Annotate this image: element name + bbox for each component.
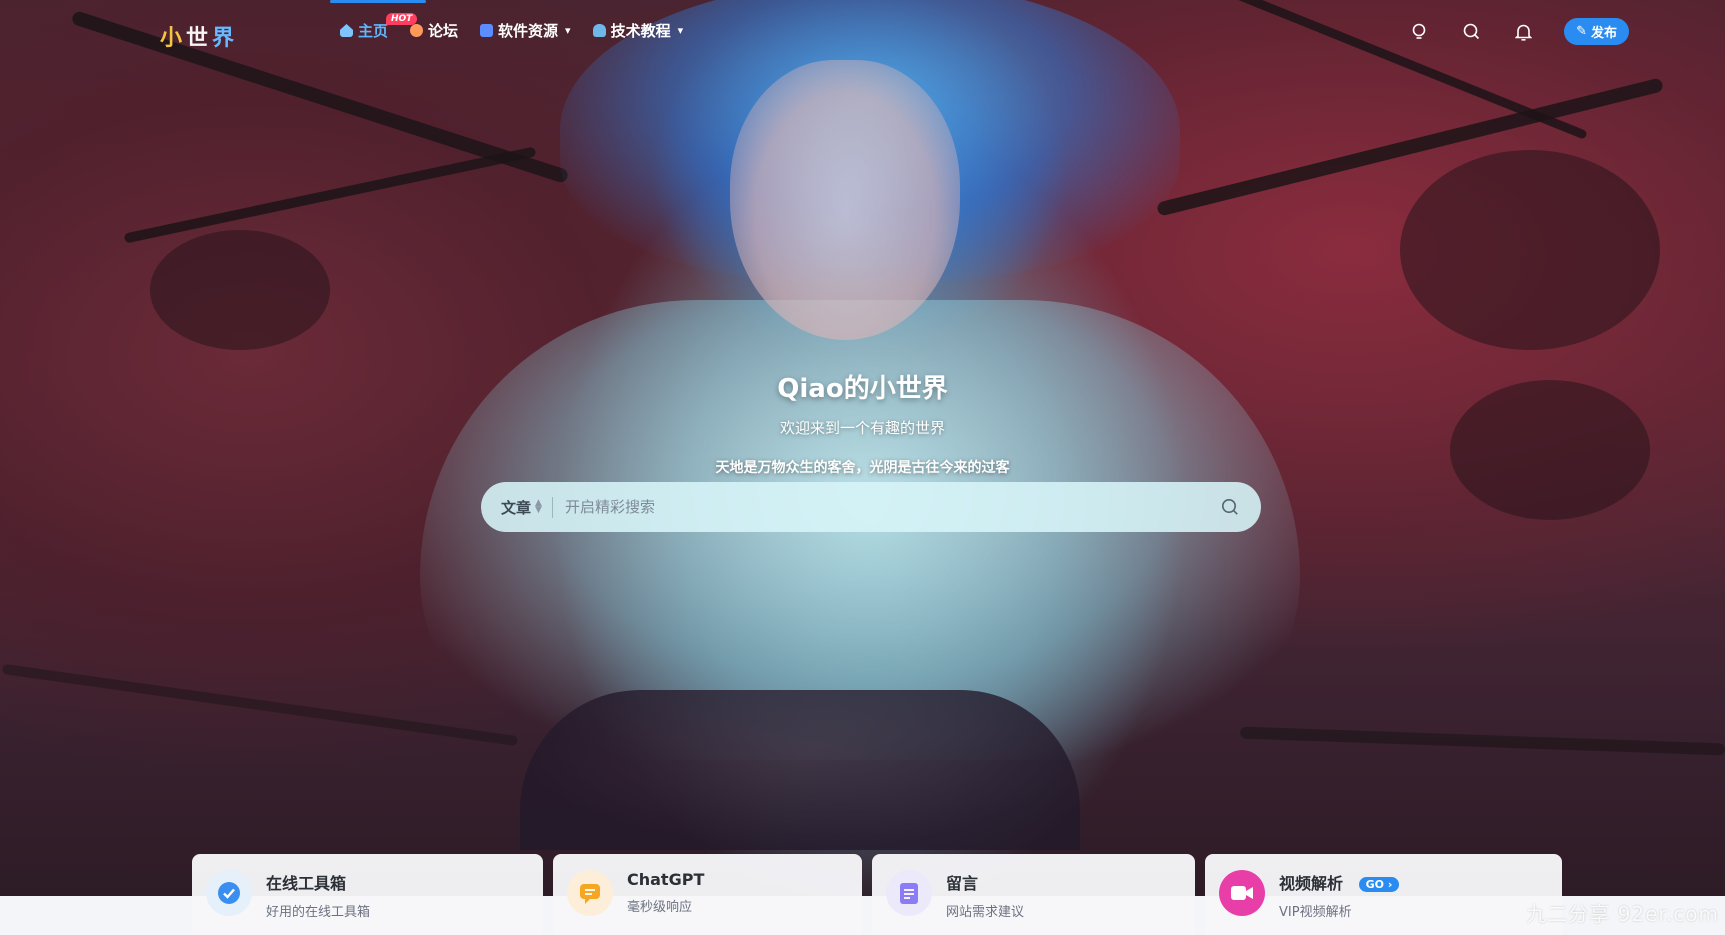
main-nav: 主页 HOT 论坛 软件资源 ▾ 技术教程 ▾ [340, 13, 684, 41]
nav-item-label: 主页 [358, 22, 389, 40]
card-desc: 网站需求建议 [946, 905, 1025, 920]
site-logo[interactable]: 小世界 [160, 20, 238, 52]
hero-search-bar: 文章 ▲ ▼ [481, 482, 1261, 532]
card-video-parse[interactable]: 视频解析 GO › VIP视频解析 [1205, 854, 1562, 935]
figure-face [730, 60, 960, 340]
card-title: 在线工具箱 [266, 874, 347, 893]
chevron-down-icon: ▾ [677, 24, 684, 37]
card-desc: VIP视频解析 [1279, 905, 1352, 920]
go-badge[interactable]: GO › [1358, 877, 1400, 892]
tutorial-icon [592, 24, 606, 37]
theme-toggle-button[interactable] [1408, 21, 1430, 43]
card-icon-bg [206, 870, 252, 916]
software-icon [480, 24, 494, 37]
pencil-icon: ✎ [1576, 24, 1587, 39]
video-camera-icon [1231, 886, 1253, 900]
card-title: 视频解析 [1279, 874, 1344, 893]
blossom-cluster [1400, 150, 1660, 350]
card-title: 留言 [946, 874, 979, 893]
publish-label: 发布 [1590, 26, 1617, 41]
search-icon [1222, 499, 1238, 515]
search-type-label: 文章 [501, 498, 532, 517]
go-badge-label: GO [1365, 878, 1384, 891]
publish-button[interactable]: ✎ 发布 [1564, 18, 1629, 45]
chat-icon [580, 884, 600, 904]
nav-item-tutorials[interactable]: 技术教程 ▾ [592, 20, 684, 41]
card-icon-bg [886, 870, 932, 916]
card-title: ChatGPT [627, 870, 705, 889]
search-input[interactable] [552, 498, 1219, 516]
active-indicator [330, 0, 426, 3]
forum-icon [410, 24, 424, 37]
logo-char: 界 [212, 26, 239, 51]
nav-item-label: 论坛 [428, 22, 459, 40]
card-guestbook[interactable]: 留言 网站需求建议 [872, 854, 1195, 935]
card-icon-bg [1219, 870, 1265, 916]
note-icon [900, 883, 918, 904]
nav-actions: ✎ 发布 [1408, 18, 1629, 45]
nav-item-home[interactable]: 主页 HOT [340, 13, 418, 41]
search-icon [1463, 23, 1479, 40]
logo-char: 小 [160, 26, 187, 51]
home-icon [340, 24, 353, 37]
card-title-row: 视频解析 GO › [1279, 870, 1400, 894]
search-button[interactable] [1460, 21, 1482, 43]
sort-arrows-icon: ▲ ▼ [535, 498, 542, 515]
card-desc: 好用的在线工具箱 [266, 905, 371, 920]
top-navbar: 小世界 主页 HOT 论坛 软件资源 ▾ 技术教程 ▾ ✎ 发布 [0, 0, 1725, 64]
hero-quote: 天地是万物众生的客舍，光阴是古往今来的过客 [715, 460, 1010, 476]
card-icon-bg [567, 870, 613, 916]
nav-item-label: 技术教程 [610, 22, 671, 40]
lightbulb-icon [1412, 23, 1426, 39]
bell-icon [1514, 24, 1532, 41]
search-type-select[interactable]: 文章 ▲ ▼ [501, 496, 553, 518]
card-desc: 毫秒级响应 [627, 900, 693, 915]
figure-legs [520, 690, 1080, 850]
notifications-button[interactable] [1512, 21, 1534, 43]
nav-item-software[interactable]: 软件资源 ▾ [480, 20, 571, 41]
nav-item-forum[interactable]: 论坛 [410, 20, 458, 41]
hero-title: Qiao的小世界 [777, 374, 948, 404]
hero-subtitle: 欢迎来到一个有趣的世界 [779, 419, 945, 437]
search-submit-button[interactable] [1219, 496, 1241, 518]
check-badge-icon [218, 882, 240, 904]
logo-char: 世 [186, 26, 213, 51]
card-online-toolbox[interactable]: 在线工具箱 好用的在线工具箱 [192, 854, 543, 935]
chevron-down-icon: ▾ [565, 24, 571, 37]
blossom-cluster [150, 230, 330, 350]
nav-item-label: 软件资源 [498, 22, 559, 40]
card-chatgpt[interactable]: ChatGPT 毫秒级响应 [553, 854, 862, 935]
watermark: 九二分享 92er.com [1526, 902, 1719, 926]
